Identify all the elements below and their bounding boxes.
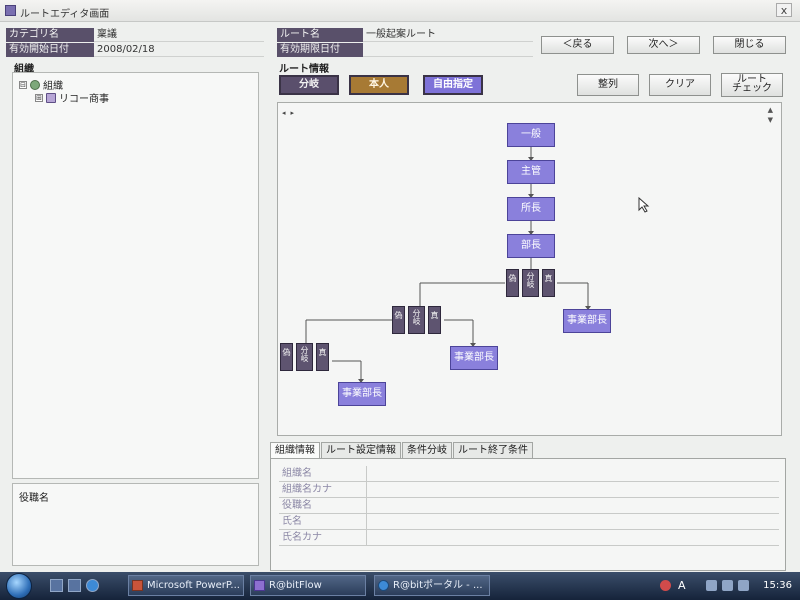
org-kana-label: 組織名カナ xyxy=(279,482,367,497)
org-info-row: 組織名 xyxy=(279,466,779,482)
show-desktop-icon[interactable] xyxy=(50,579,63,592)
back-button[interactable]: ＜戻る xyxy=(541,36,614,54)
route-check-button[interactable]: ルート チェック xyxy=(721,73,783,97)
valid-from-value: 2008/02/18 xyxy=(94,43,264,57)
ie-quicklaunch-icon[interactable] xyxy=(86,579,99,592)
branch-split-marker[interactable]: 分岐 xyxy=(522,269,539,297)
branch-split-marker[interactable]: 分岐 xyxy=(296,343,313,371)
flow-node-jigyobucho-1[interactable]: 事業部長 xyxy=(563,309,611,333)
category-label: カテゴリ名 xyxy=(6,28,94,42)
window-close-icon[interactable]: x xyxy=(776,3,792,17)
org-info-panel: 組織名 組織名カナ 役職名 氏名 氏名カナ xyxy=(270,458,786,571)
task-label: R@bitポータル - ... xyxy=(393,580,483,591)
person-name-label: 氏名 xyxy=(279,514,367,529)
tree-node-ricoh-shoji[interactable]: ⊞ リコー商事 xyxy=(35,90,109,105)
branch-split-marker[interactable]: 分岐 xyxy=(408,306,425,334)
info-tabs: 組織情報 ルート設定情報 条件分岐 ルート終了条件 xyxy=(270,442,534,460)
network-icon[interactable] xyxy=(722,580,733,591)
route-canvas[interactable]: ◂▸ ▲ ▼ 一般 主管 所長 部長 偽 分岐 真 事業部長 偽 分岐 真 事業… xyxy=(277,102,782,436)
org-info-row: 氏名カナ xyxy=(279,530,779,546)
close-button[interactable]: 閉じる xyxy=(713,36,786,54)
ie-icon xyxy=(378,580,389,591)
category-value: 稟議 xyxy=(94,28,264,42)
branch-true-marker[interactable]: 真 xyxy=(428,306,441,334)
flow-node-jigyobucho-3[interactable]: 事業部長 xyxy=(338,382,386,406)
start-button-icon[interactable] xyxy=(6,573,32,599)
task-label: Microsoft PowerP... xyxy=(147,580,240,591)
tab-route-settings[interactable]: ルート設定情報 xyxy=(321,442,401,459)
branch-false-marker[interactable]: 偽 xyxy=(506,269,519,297)
task-label: R@bitFlow xyxy=(269,580,322,591)
ime-indicator[interactable]: A xyxy=(678,579,686,592)
person-kana-label: 氏名カナ xyxy=(279,530,367,545)
branch-false-marker[interactable]: 偽 xyxy=(280,343,293,371)
flow-node-shukan[interactable]: 主管 xyxy=(507,160,555,184)
align-button[interactable]: 整列 xyxy=(577,74,639,96)
org-info-row: 役職名 xyxy=(279,498,779,514)
system-tray: A 15:36 xyxy=(650,572,800,600)
window-title: ルートエディタ画面 xyxy=(20,9,110,20)
flow-node-shocho[interactable]: 所長 xyxy=(507,197,555,221)
route-info-heading: ルート情報 xyxy=(279,64,329,75)
rabitflow-icon xyxy=(254,580,265,591)
org-tree: ⊟ 組織 ⊞ リコー商事 xyxy=(12,72,259,479)
branch-mode-button[interactable]: 分岐 xyxy=(279,75,339,95)
flow-node-ippan[interactable]: 一般 xyxy=(507,123,555,147)
role-name-label: 役職名 xyxy=(279,498,367,513)
next-button[interactable]: 次へ＞ xyxy=(627,36,700,54)
collapse-icon[interactable]: ⊟ xyxy=(19,80,27,89)
title-bar: ルートエディタ画面 x xyxy=(0,0,800,22)
org-info-row: 氏名 xyxy=(279,514,779,530)
role-heading: 役職名 xyxy=(19,493,49,504)
task-powerpoint[interactable]: Microsoft PowerP... xyxy=(128,575,244,596)
task-rabitflow[interactable]: R@bitFlow xyxy=(250,575,366,596)
org-info-row: 組織名カナ xyxy=(279,482,779,498)
expand-icon[interactable]: ⊞ xyxy=(35,93,43,102)
route-name-value[interactable]: 一般起案ルート xyxy=(363,28,533,42)
branch-true-marker[interactable]: 真 xyxy=(542,269,555,297)
route-editor-window: ルートエディタ画面 x カテゴリ名 稟議 有効開始日付 2008/02/18 ル… xyxy=(0,0,800,572)
switch-windows-icon[interactable] xyxy=(68,579,81,592)
powerpoint-icon xyxy=(132,580,143,591)
taskbar: Microsoft PowerP... R@bitFlow R@bitポータル … xyxy=(0,572,800,600)
valid-to-label: 有効期限日付 xyxy=(277,43,363,57)
free-assign-button[interactable]: 自由指定 xyxy=(423,75,483,95)
tree-node-label: リコー商事 xyxy=(59,94,109,105)
route-name-label: ルート名 xyxy=(277,28,363,42)
branch-true-marker[interactable]: 真 xyxy=(316,343,329,371)
role-panel: 役職名 xyxy=(12,483,259,566)
flow-node-bucho[interactable]: 部長 xyxy=(507,234,555,258)
org-name-label: 組織名 xyxy=(279,466,367,481)
tab-condition-branch[interactable]: 条件分岐 xyxy=(402,442,452,459)
tab-route-end-condition[interactable]: ルート終了条件 xyxy=(453,442,533,459)
task-rabit-portal[interactable]: R@bitポータル - ... xyxy=(374,575,490,596)
keyboard-icon[interactable] xyxy=(706,580,717,591)
valid-to-value[interactable] xyxy=(363,43,533,57)
app-icon xyxy=(5,5,16,16)
volume-icon[interactable] xyxy=(738,580,749,591)
self-mode-button[interactable]: 本人 xyxy=(349,75,409,95)
security-icon[interactable] xyxy=(660,580,671,591)
branch-false-marker[interactable]: 偽 xyxy=(392,306,405,334)
globe-icon xyxy=(30,79,40,90)
clear-button[interactable]: クリア xyxy=(649,74,711,96)
org-folder-icon xyxy=(46,92,56,103)
clock[interactable]: 15:36 xyxy=(763,580,792,591)
route-check-line2: チェック xyxy=(732,83,772,94)
mouse-cursor-icon xyxy=(638,197,650,213)
flow-node-jigyobucho-2[interactable]: 事業部長 xyxy=(450,346,498,370)
valid-from-label: 有効開始日付 xyxy=(6,43,94,57)
